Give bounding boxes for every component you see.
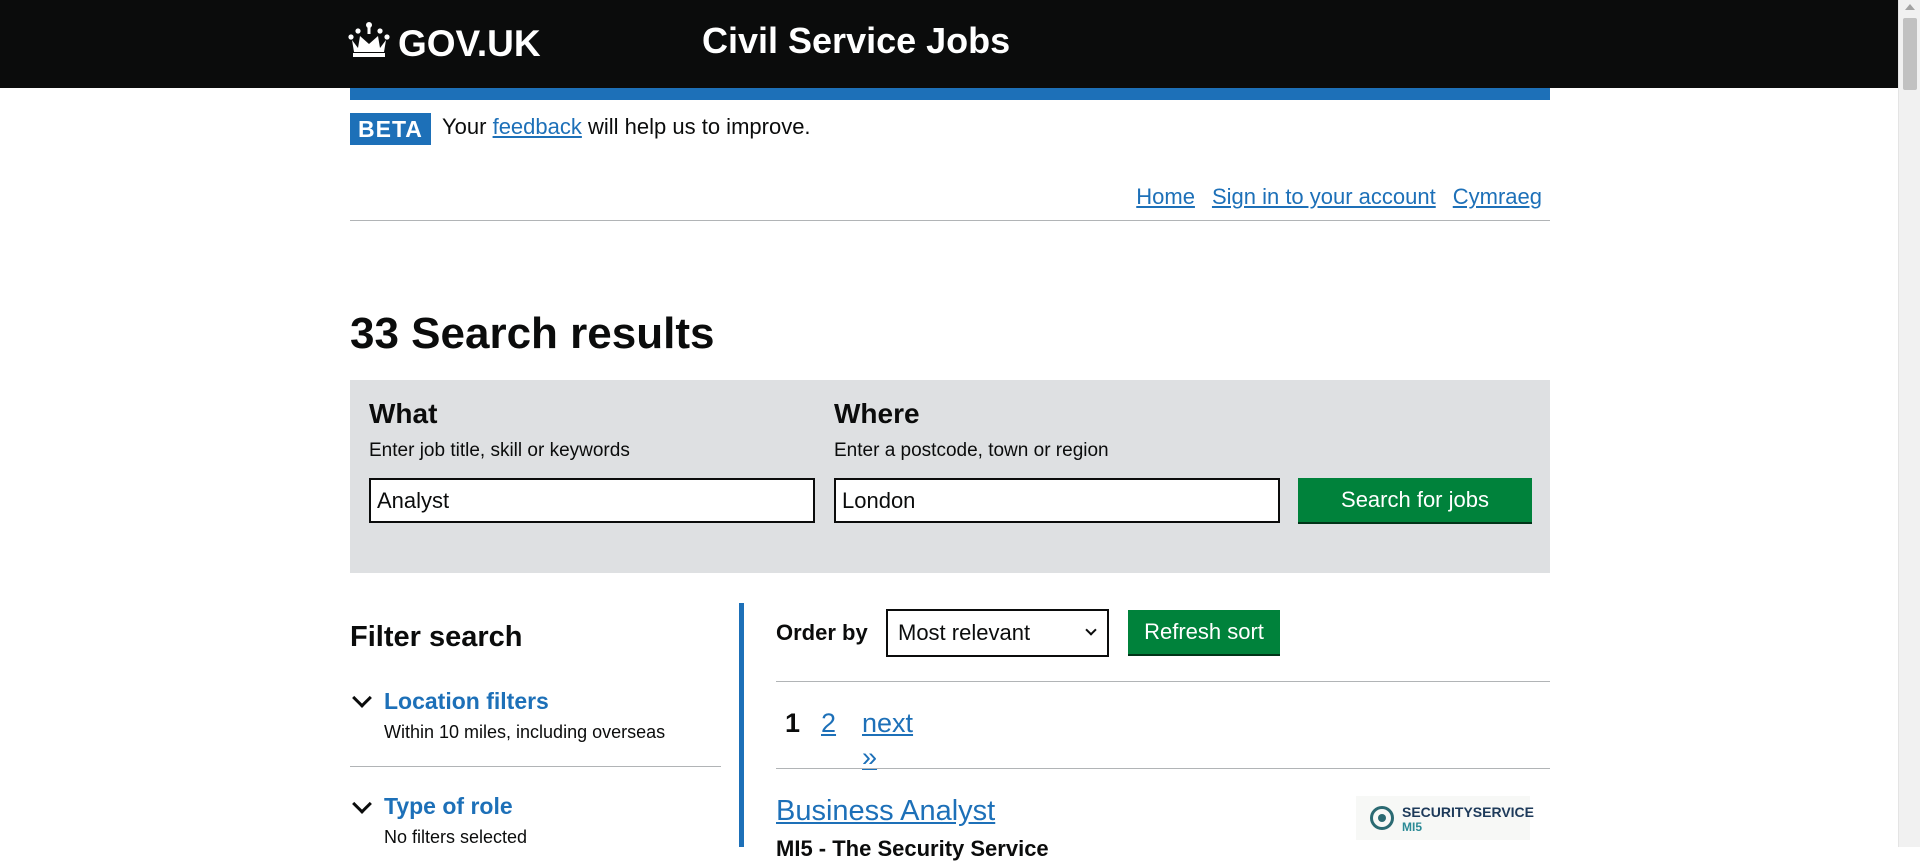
what-input[interactable]	[369, 478, 815, 523]
chevron-down-icon	[1085, 624, 1097, 636]
nav-cymraeg-link[interactable]: Cymraeg	[1453, 182, 1542, 212]
location-filters-toggle[interactable]: Location filters	[384, 686, 549, 716]
order-by-value: Most relevant	[898, 620, 1031, 645]
results-divider-bottom	[776, 768, 1550, 769]
top-navigation: Home Sign in to your account Cymraeg	[1136, 182, 1542, 212]
scroll-thumb[interactable]	[1903, 18, 1917, 90]
govuk-logo-link[interactable]: GOV.UK	[398, 20, 541, 68]
search-panel: What Enter job title, skill or keywords …	[350, 380, 1550, 573]
filter-search-heading: Filter search	[350, 621, 523, 653]
search-for-jobs-button[interactable]: Search for jobs	[1298, 478, 1532, 522]
order-by-select[interactable]: Most relevant	[886, 609, 1109, 657]
page-2-link[interactable]: 2	[821, 706, 836, 740]
organisation-logo: SECURITYSERVICE MI5	[1356, 796, 1534, 840]
beta-text-before: Your	[442, 114, 487, 139]
beta-banner-text: Your feedback will help us to improve.	[442, 112, 811, 142]
refresh-sort-button[interactable]: Refresh sort	[1128, 610, 1280, 654]
results-divider	[739, 603, 744, 847]
where-label: Where	[834, 398, 920, 429]
beta-tag: BETA	[350, 113, 431, 145]
current-page: 1	[785, 708, 801, 738]
location-filters-summary: Within 10 miles, including overseas	[384, 722, 666, 742]
beta-text-after: will help us to improve.	[588, 114, 811, 139]
scroll-up-arrow-icon[interactable]	[1905, 4, 1915, 10]
security-service-badge-icon	[1370, 806, 1394, 830]
what-hint: Enter job title, skill or keywords	[369, 440, 630, 461]
job-organisation: MI5 - The Security Service	[776, 836, 1049, 861]
filter-divider	[350, 766, 721, 767]
nav-home-link[interactable]: Home	[1136, 182, 1195, 212]
chevron-down-icon[interactable]	[352, 688, 372, 708]
header-blue-bar	[350, 88, 1550, 100]
what-label: What	[369, 398, 438, 429]
job-title-link[interactable]: Business Analyst	[776, 792, 995, 830]
nav-divider	[350, 220, 1550, 221]
type-of-role-toggle[interactable]: Type of role	[384, 791, 513, 821]
where-hint: Enter a postcode, town or region	[834, 440, 1109, 461]
page-scrollbar[interactable]	[1898, 0, 1920, 847]
site-header: GOV.UK Civil Service Jobs	[0, 0, 1898, 88]
type-of-role-summary: No filters selected	[384, 827, 528, 847]
results-divider-top	[776, 681, 1550, 682]
next-page-link[interactable]: next »	[862, 706, 913, 774]
crown-icon	[348, 22, 390, 57]
where-input[interactable]	[834, 478, 1280, 523]
order-by-label: Order by	[776, 620, 868, 645]
service-name-link[interactable]: Civil Service Jobs	[702, 18, 1010, 64]
nav-sign-in-link[interactable]: Sign in to your account	[1212, 182, 1436, 212]
chevron-down-icon[interactable]	[352, 794, 372, 814]
feedback-link[interactable]: feedback	[493, 114, 582, 139]
logo-line-2: MI5	[1402, 820, 1423, 834]
page-title: 33 Search results	[350, 309, 715, 358]
logo-line-1: SECURITYSERVICE	[1402, 804, 1534, 820]
